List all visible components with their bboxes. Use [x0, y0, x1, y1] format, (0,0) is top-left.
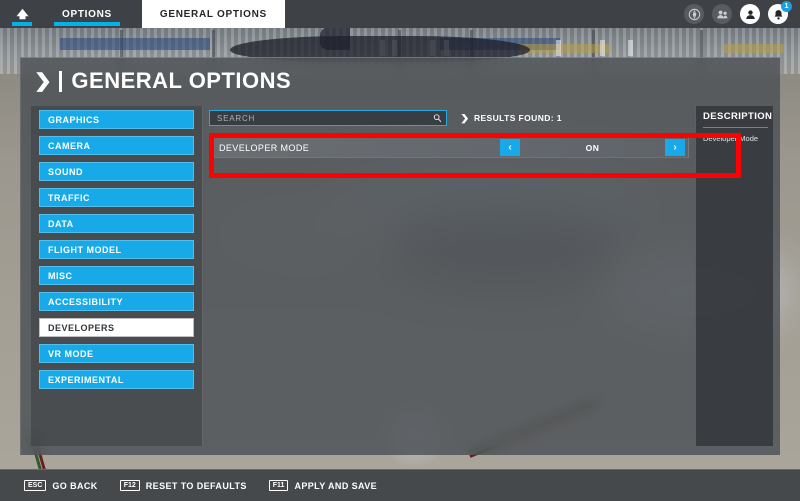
bottom-hint-bar: ESC GO BACK F12 RESET TO DEFAULTS F11 AP…: [0, 469, 800, 501]
page-title: ❯ GENERAL OPTIONS: [21, 58, 780, 102]
scene-window: [556, 40, 561, 56]
friends-icon-glyph: [716, 10, 727, 18]
app-root: OPTIONS GENERAL OPTIONS 1 ❯ GENERAL OPTI…: [0, 0, 800, 501]
sidebar-item-flight-model[interactable]: FLIGHT MODEL: [39, 240, 194, 259]
sidebar-item-label: CAMERA: [48, 140, 91, 151]
settings-list: DEVELOPER MODE ‹ ON ›: [203, 133, 695, 158]
hint-go-back[interactable]: ESC GO BACK: [24, 479, 98, 492]
profile-icon[interactable]: [740, 4, 760, 24]
hint-apply-label: APPLY AND SAVE: [294, 480, 378, 491]
sidebar-item-label: ACCESSIBILITY: [48, 296, 124, 307]
tab-options-label: OPTIONS: [62, 8, 112, 20]
spinner-value: ON: [585, 142, 600, 153]
results-chevron-icon: ❯: [460, 112, 470, 123]
scene-paneling: [724, 44, 784, 53]
hint-reset-label: RESET TO DEFAULTS: [145, 480, 247, 491]
sidebar-item-label: GRAPHICS: [48, 114, 100, 125]
key-esc: ESC: [24, 479, 47, 492]
sidebar-item-label: SOUND: [48, 166, 84, 177]
sidebar-item-data[interactable]: DATA: [39, 214, 194, 233]
page-title-chevron-icon: ❯: [33, 70, 53, 92]
description-panel: DESCRIPTION Developer Mode: [695, 106, 773, 446]
sidebar-item-vr-mode[interactable]: VR MODE: [39, 344, 194, 363]
sidebar-item-label: DATA: [48, 218, 74, 229]
home-tab-underline: [12, 22, 32, 26]
setting-label: DEVELOPER MODE: [219, 142, 310, 153]
key-f11: F11: [268, 479, 289, 492]
tab-general-options[interactable]: GENERAL OPTIONS: [141, 0, 285, 28]
scene-aircraft-tail: [320, 26, 350, 50]
general-options-panel: ❯ GENERAL OPTIONS GRAPHICS CAMERA SOUND …: [20, 57, 780, 455]
sidebar-item-label: TRAFFIC: [48, 192, 90, 203]
sidebar-item-label: VR MODE: [48, 348, 94, 359]
notification-badge: 1: [781, 1, 792, 12]
description-title: DESCRIPTION: [703, 111, 772, 128]
tab-options[interactable]: OPTIONS: [44, 0, 130, 28]
sidebar-item-label: DEVELOPERS: [48, 322, 115, 333]
scene-paneling: [60, 38, 210, 50]
tab-general-options-label: GENERAL OPTIONS: [159, 8, 267, 20]
profile-icon-glyph: [745, 9, 755, 19]
key-f12: F12: [119, 479, 140, 492]
setting-row-developer-mode[interactable]: DEVELOPER MODE ‹ ON ›: [209, 137, 689, 158]
sidebar-item-misc[interactable]: MISC: [39, 266, 194, 285]
results-found: ❯ RESULTS FOUND: 1: [460, 112, 562, 124]
panel-body: GRAPHICS CAMERA SOUND TRAFFIC DATA FLIGH…: [31, 106, 773, 446]
options-category-sidebar: GRAPHICS CAMERA SOUND TRAFFIC DATA FLIGH…: [31, 106, 203, 446]
search-input[interactable]: SEARCH: [209, 110, 447, 126]
notifications-bell-icon[interactable]: 1: [768, 1, 792, 24]
sidebar-item-graphics[interactable]: GRAPHICS: [39, 110, 194, 129]
home-tab[interactable]: [0, 0, 44, 28]
top-bar-icon-group: 1: [684, 0, 800, 28]
sidebar-item-sound[interactable]: SOUND: [39, 162, 194, 181]
friends-icon[interactable]: [712, 4, 732, 24]
hint-apply-and-save[interactable]: F11 APPLY AND SAVE: [268, 479, 378, 492]
hint-go-back-label: GO BACK: [52, 480, 98, 491]
description-text: Developer Mode: [703, 134, 759, 143]
scene-window: [600, 40, 605, 56]
spinner-previous-button[interactable]: ‹: [500, 139, 520, 156]
scene-window: [628, 40, 633, 56]
home-icon: [16, 8, 28, 20]
hint-reset-to-defaults[interactable]: F12 RESET TO DEFAULTS: [119, 479, 247, 492]
sidebar-item-accessibility[interactable]: ACCESSIBILITY: [39, 292, 194, 311]
setting-value-spinner: ‹ ON ›: [500, 138, 688, 157]
results-found-label: RESULTS FOUND: 1: [473, 113, 562, 123]
spinner-next-button[interactable]: ›: [665, 139, 685, 156]
sidebar-item-developers[interactable]: DEVELOPERS: [39, 318, 194, 337]
scene-paneling: [520, 44, 610, 53]
sidebar-item-label: MISC: [48, 270, 73, 281]
tab-options-underline: [54, 22, 120, 26]
options-content-area: SEARCH ❯ RESULTS FOUND: 1 DEVELOPER MODE: [203, 106, 695, 446]
sidebar-item-camera[interactable]: CAMERA: [39, 136, 194, 155]
search-row: SEARCH ❯ RESULTS FOUND: 1: [203, 106, 695, 126]
sidebar-item-traffic[interactable]: TRAFFIC: [39, 188, 194, 207]
page-title-label: GENERAL OPTIONS: [71, 68, 292, 93]
top-navigation-bar: OPTIONS GENERAL OPTIONS 1: [0, 0, 800, 28]
globe-icon-glyph: [688, 8, 700, 20]
sidebar-item-label: FLIGHT MODEL: [48, 244, 122, 255]
search-placeholder: SEARCH: [217, 113, 256, 123]
search-icon: [433, 114, 442, 122]
page-title-separator: [59, 70, 63, 92]
sidebar-item-label: EXPERIMENTAL: [48, 374, 124, 385]
globe-icon[interactable]: [684, 4, 704, 24]
sidebar-item-experimental[interactable]: EXPERIMENTAL: [39, 370, 194, 389]
